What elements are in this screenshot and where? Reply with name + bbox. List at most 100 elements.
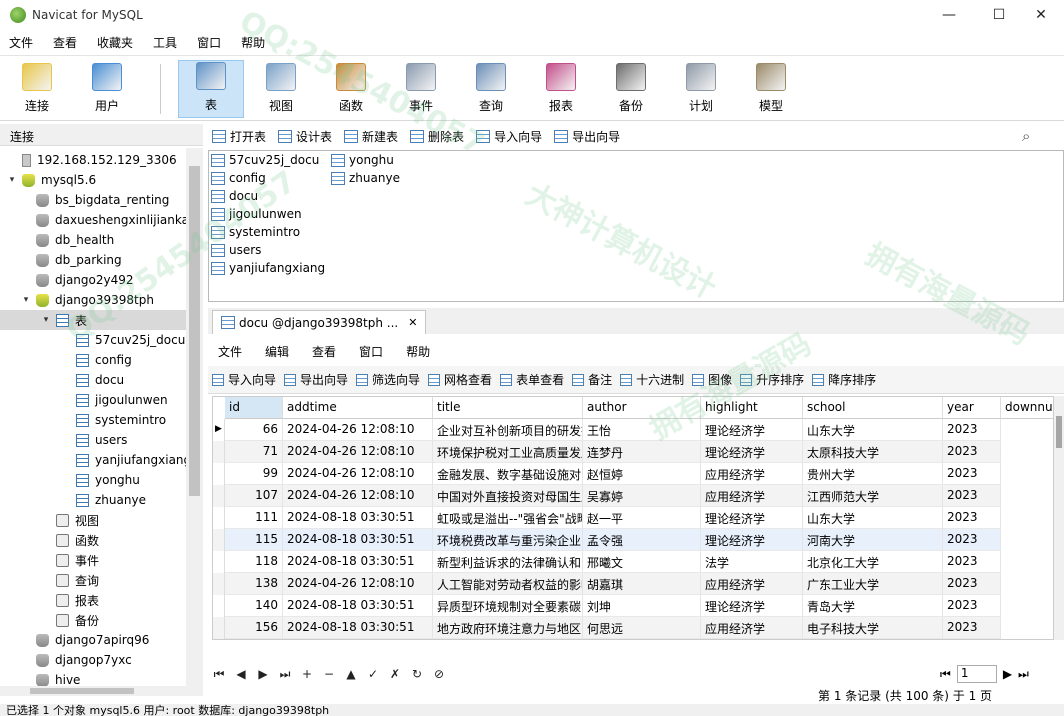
table-cell[interactable]: 胡嘉琪	[583, 573, 701, 595]
design-table-button[interactable]: 设计表	[272, 128, 338, 145]
tree-item-django2y492[interactable]: django2y492	[0, 270, 186, 290]
new-table-button[interactable]: 新建表	[338, 128, 404, 145]
table-cell[interactable]: 2024-08-18 03:30:51	[283, 595, 433, 617]
table-cell[interactable]: 2024-04-26 12:08:10	[283, 419, 433, 441]
table-cell[interactable]: 人工智能对劳动者权益的影响	[433, 573, 583, 595]
image-button[interactable]: 图像	[688, 371, 736, 388]
toolbar-view-button[interactable]: 视图	[248, 60, 314, 118]
next-record-button[interactable]: ▶	[252, 667, 274, 681]
export-wizard-button[interactable]: 导出向导	[548, 128, 626, 145]
filter-wizard-button[interactable]: 筛选向导	[352, 371, 424, 388]
table-cell[interactable]: 环境税费改革与重污染企业	[433, 529, 583, 551]
table-cell[interactable]: 2023	[943, 529, 1001, 551]
table-cell[interactable]: 山东大学	[803, 419, 943, 441]
column-header-year[interactable]: year	[943, 397, 1001, 419]
table-cell[interactable]: 连梦丹	[583, 441, 701, 463]
toolbar-schedule-button[interactable]: 计划	[668, 60, 734, 118]
last-record-button[interactable]: ⏭	[274, 667, 296, 682]
table-cell[interactable]: 应用经济学	[701, 573, 803, 595]
table-cell[interactable]: 2024-08-18 03:30:51	[283, 617, 433, 639]
table-cell[interactable]: 吴寡婷	[583, 485, 701, 507]
table-cell[interactable]: 140	[225, 595, 283, 617]
table-cell[interactable]: 刘坤	[583, 595, 701, 617]
tree-item-57cuv25jdocu[interactable]: 57cuv25j_docu	[0, 330, 186, 350]
tree-item-yonghu[interactable]: yonghu	[0, 470, 186, 490]
table-cell[interactable]: 理论经济学	[701, 507, 803, 529]
table-cell[interactable]: 2023	[943, 507, 1001, 529]
minimize-button[interactable]: —	[926, 0, 972, 30]
tree-item-django39398tph[interactable]: ▾ django39398tph	[0, 290, 186, 310]
delete-record-button[interactable]: −	[318, 667, 340, 681]
toolbar-table-button[interactable]: 表	[178, 60, 244, 118]
inner-menu-help[interactable]: 帮助	[396, 343, 443, 360]
table-cell[interactable]: 王怡	[583, 419, 701, 441]
tree-item-djangop7yxc[interactable]: djangop7yxc	[0, 650, 186, 670]
table-cell[interactable]: 赵一平	[583, 507, 701, 529]
menu-favorites[interactable]: 收藏夹	[88, 34, 144, 51]
table-cell[interactable]: 2023	[943, 551, 1001, 573]
table-cell[interactable]: 电子科技大学	[803, 617, 943, 639]
object-item[interactable]: jigoulunwen	[211, 205, 302, 223]
apply-button[interactable]: ✓	[362, 667, 384, 681]
grid-scroll-thumb[interactable]	[1056, 416, 1062, 448]
row-selector[interactable]	[213, 463, 225, 485]
tree-item-users[interactable]: users	[0, 430, 186, 450]
tree-item-1921681521293306[interactable]: 192.168.152.129_3306	[0, 150, 186, 170]
menu-view[interactable]: 查看	[44, 34, 88, 51]
inner-menu-file[interactable]: 文件	[208, 343, 255, 360]
grid-view-button[interactable]: 网格查看	[424, 371, 496, 388]
object-item[interactable]: config	[211, 169, 266, 187]
table-cell[interactable]: 应用经济学	[701, 463, 803, 485]
page-number-input[interactable]: 1	[956, 665, 997, 683]
tree-item-[interactable]: 事件	[0, 550, 186, 570]
table-cell[interactable]: 赵恒婷	[583, 463, 701, 485]
table-cell[interactable]: 理论经济学	[701, 529, 803, 551]
table-cell[interactable]: 2023	[943, 573, 1001, 595]
tab-docu[interactable]: docu @django39398tph ... ✕	[212, 310, 426, 334]
table-cell[interactable]: 2023	[943, 595, 1001, 617]
expand-arrow-icon[interactable]: ▾	[20, 295, 32, 305]
row-selector[interactable]	[213, 507, 225, 529]
table-cell[interactable]: 金融发展、数字基础设施对	[433, 463, 583, 485]
table-cell[interactable]: 北京化工大学	[803, 551, 943, 573]
object-item[interactable]: docu	[211, 187, 258, 205]
delete-table-button[interactable]: 删除表	[404, 128, 470, 145]
tree-item-dbhealth[interactable]: db_health	[0, 230, 186, 250]
sort-ascending-button[interactable]: 升序排序	[736, 371, 808, 388]
column-header-downnum[interactable]: downnum	[1001, 397, 1053, 419]
grid-vertical-scrollbar[interactable]	[1054, 396, 1064, 640]
toolbar-function-button[interactable]: 函数	[318, 60, 384, 118]
expand-arrow-icon[interactable]: ▾	[40, 315, 52, 325]
column-header-highlight[interactable]: highlight	[701, 397, 803, 419]
table-cell[interactable]: 应用经济学	[701, 617, 803, 639]
table-cell[interactable]: 理论经济学	[701, 441, 803, 463]
table-cell[interactable]: 2024-08-18 03:30:51	[283, 507, 433, 529]
form-view-button[interactable]: 表单查看	[496, 371, 568, 388]
table-cell[interactable]: 2024-08-18 03:30:51	[283, 551, 433, 573]
table-cell[interactable]: 河南大学	[803, 529, 943, 551]
table-cell[interactable]: 青岛大学	[803, 595, 943, 617]
table-cell[interactable]: 71	[225, 441, 283, 463]
tree-item-[interactable]: 视图	[0, 510, 186, 530]
tree-horizontal-scrollbar[interactable]	[0, 686, 186, 696]
table-cell[interactable]: 邢曦文	[583, 551, 701, 573]
tree-item-[interactable]: 报表	[0, 590, 186, 610]
next-page-button[interactable]: ▶	[1003, 667, 1012, 681]
table-cell[interactable]: 中国对外直接投资对母国生产	[433, 485, 583, 507]
expand-arrow-icon[interactable]: ▾	[6, 175, 18, 185]
tree-item-daxueshengxinlijiankang[interactable]: daxueshengxinlijiankang	[0, 210, 186, 230]
toolbar-backup-button[interactable]: 备份	[598, 60, 664, 118]
tree-item-mysql56[interactable]: ▾ mysql5.6	[0, 170, 186, 190]
inner-menu-view[interactable]: 查看	[302, 343, 349, 360]
table-cell[interactable]: 广东工业大学	[803, 573, 943, 595]
row-selector[interactable]	[213, 595, 225, 617]
table-cell[interactable]: 太原科技大学	[803, 441, 943, 463]
maximize-button[interactable]: ☐	[976, 0, 1022, 30]
up-button[interactable]: ▲	[340, 667, 362, 681]
table-cell[interactable]: 66	[225, 419, 283, 441]
table-cell[interactable]: 企业对互补创新项目的研发投入	[433, 419, 583, 441]
tree-item-docu[interactable]: docu	[0, 370, 186, 390]
toolbar-event-button[interactable]: 事件	[388, 60, 454, 118]
table-cell[interactable]: 2023	[943, 441, 1001, 463]
tree-item-zhuanye[interactable]: zhuanye	[0, 490, 186, 510]
